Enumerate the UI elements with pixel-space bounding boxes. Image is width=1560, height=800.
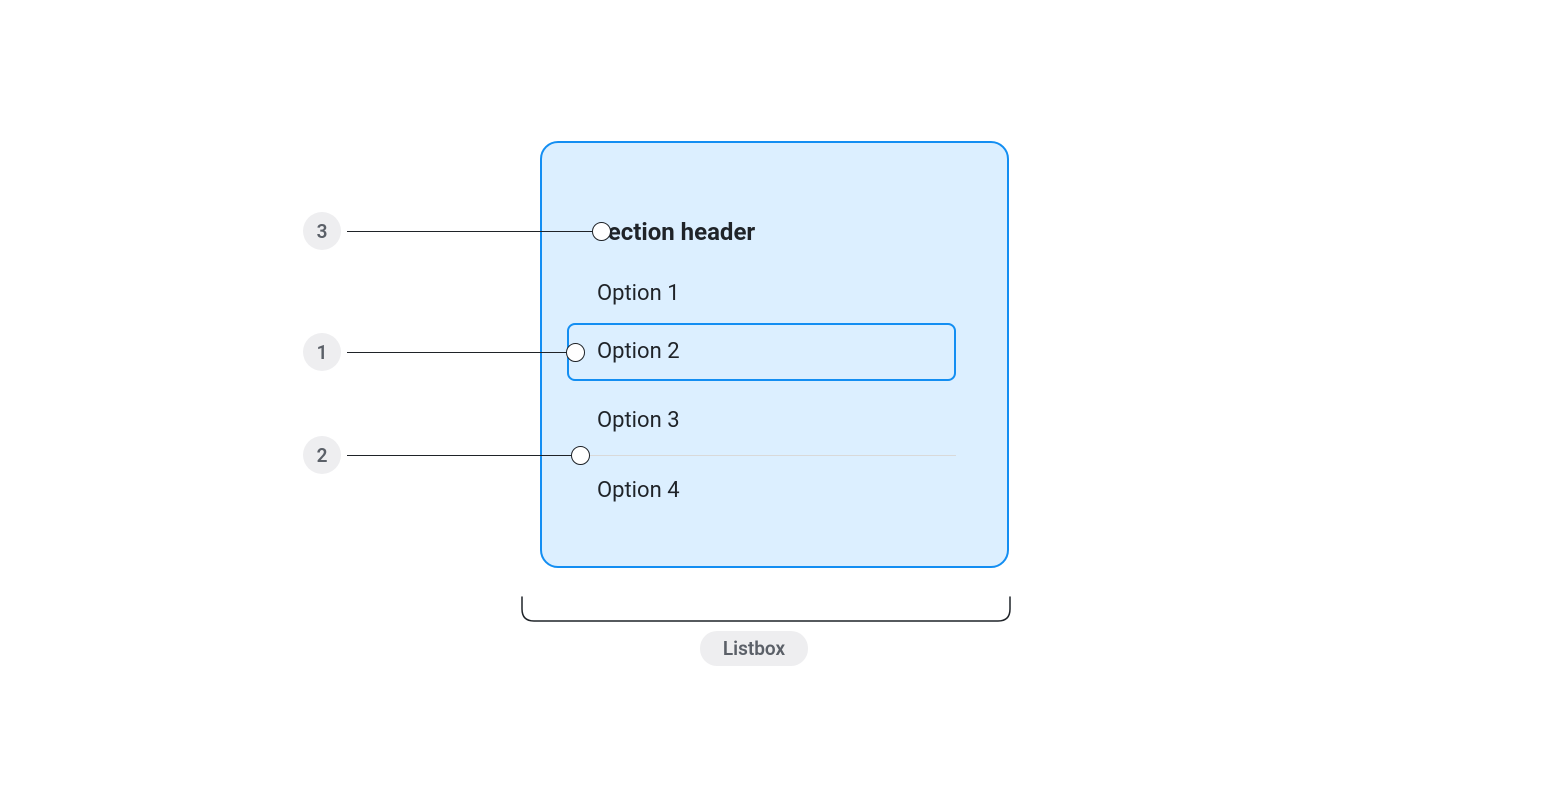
anatomy-diagram: Section header Option 1 Option 2 Option …	[0, 0, 1560, 800]
component-label: Listbox	[700, 631, 808, 666]
component-bracket	[521, 596, 1011, 622]
callout-marker	[566, 343, 585, 362]
listbox-option[interactable]: Option 1	[597, 278, 680, 310]
callout-marker	[592, 222, 611, 241]
callout-connector	[347, 352, 567, 353]
callout-badge-2: 2	[303, 436, 341, 474]
callout-connector	[347, 455, 572, 456]
listbox-section-header: Section header	[593, 218, 755, 246]
listbox-option[interactable]: Option 3	[597, 405, 680, 437]
listbox-option[interactable]: Option 4	[597, 475, 680, 507]
callout-badge-1: 1	[303, 333, 341, 371]
callout-connector	[347, 231, 593, 232]
callout-marker	[571, 446, 590, 465]
listbox-divider	[572, 455, 956, 456]
callout-badge-3: 3	[303, 212, 341, 250]
listbox-option[interactable]: Option 2	[597, 336, 680, 368]
